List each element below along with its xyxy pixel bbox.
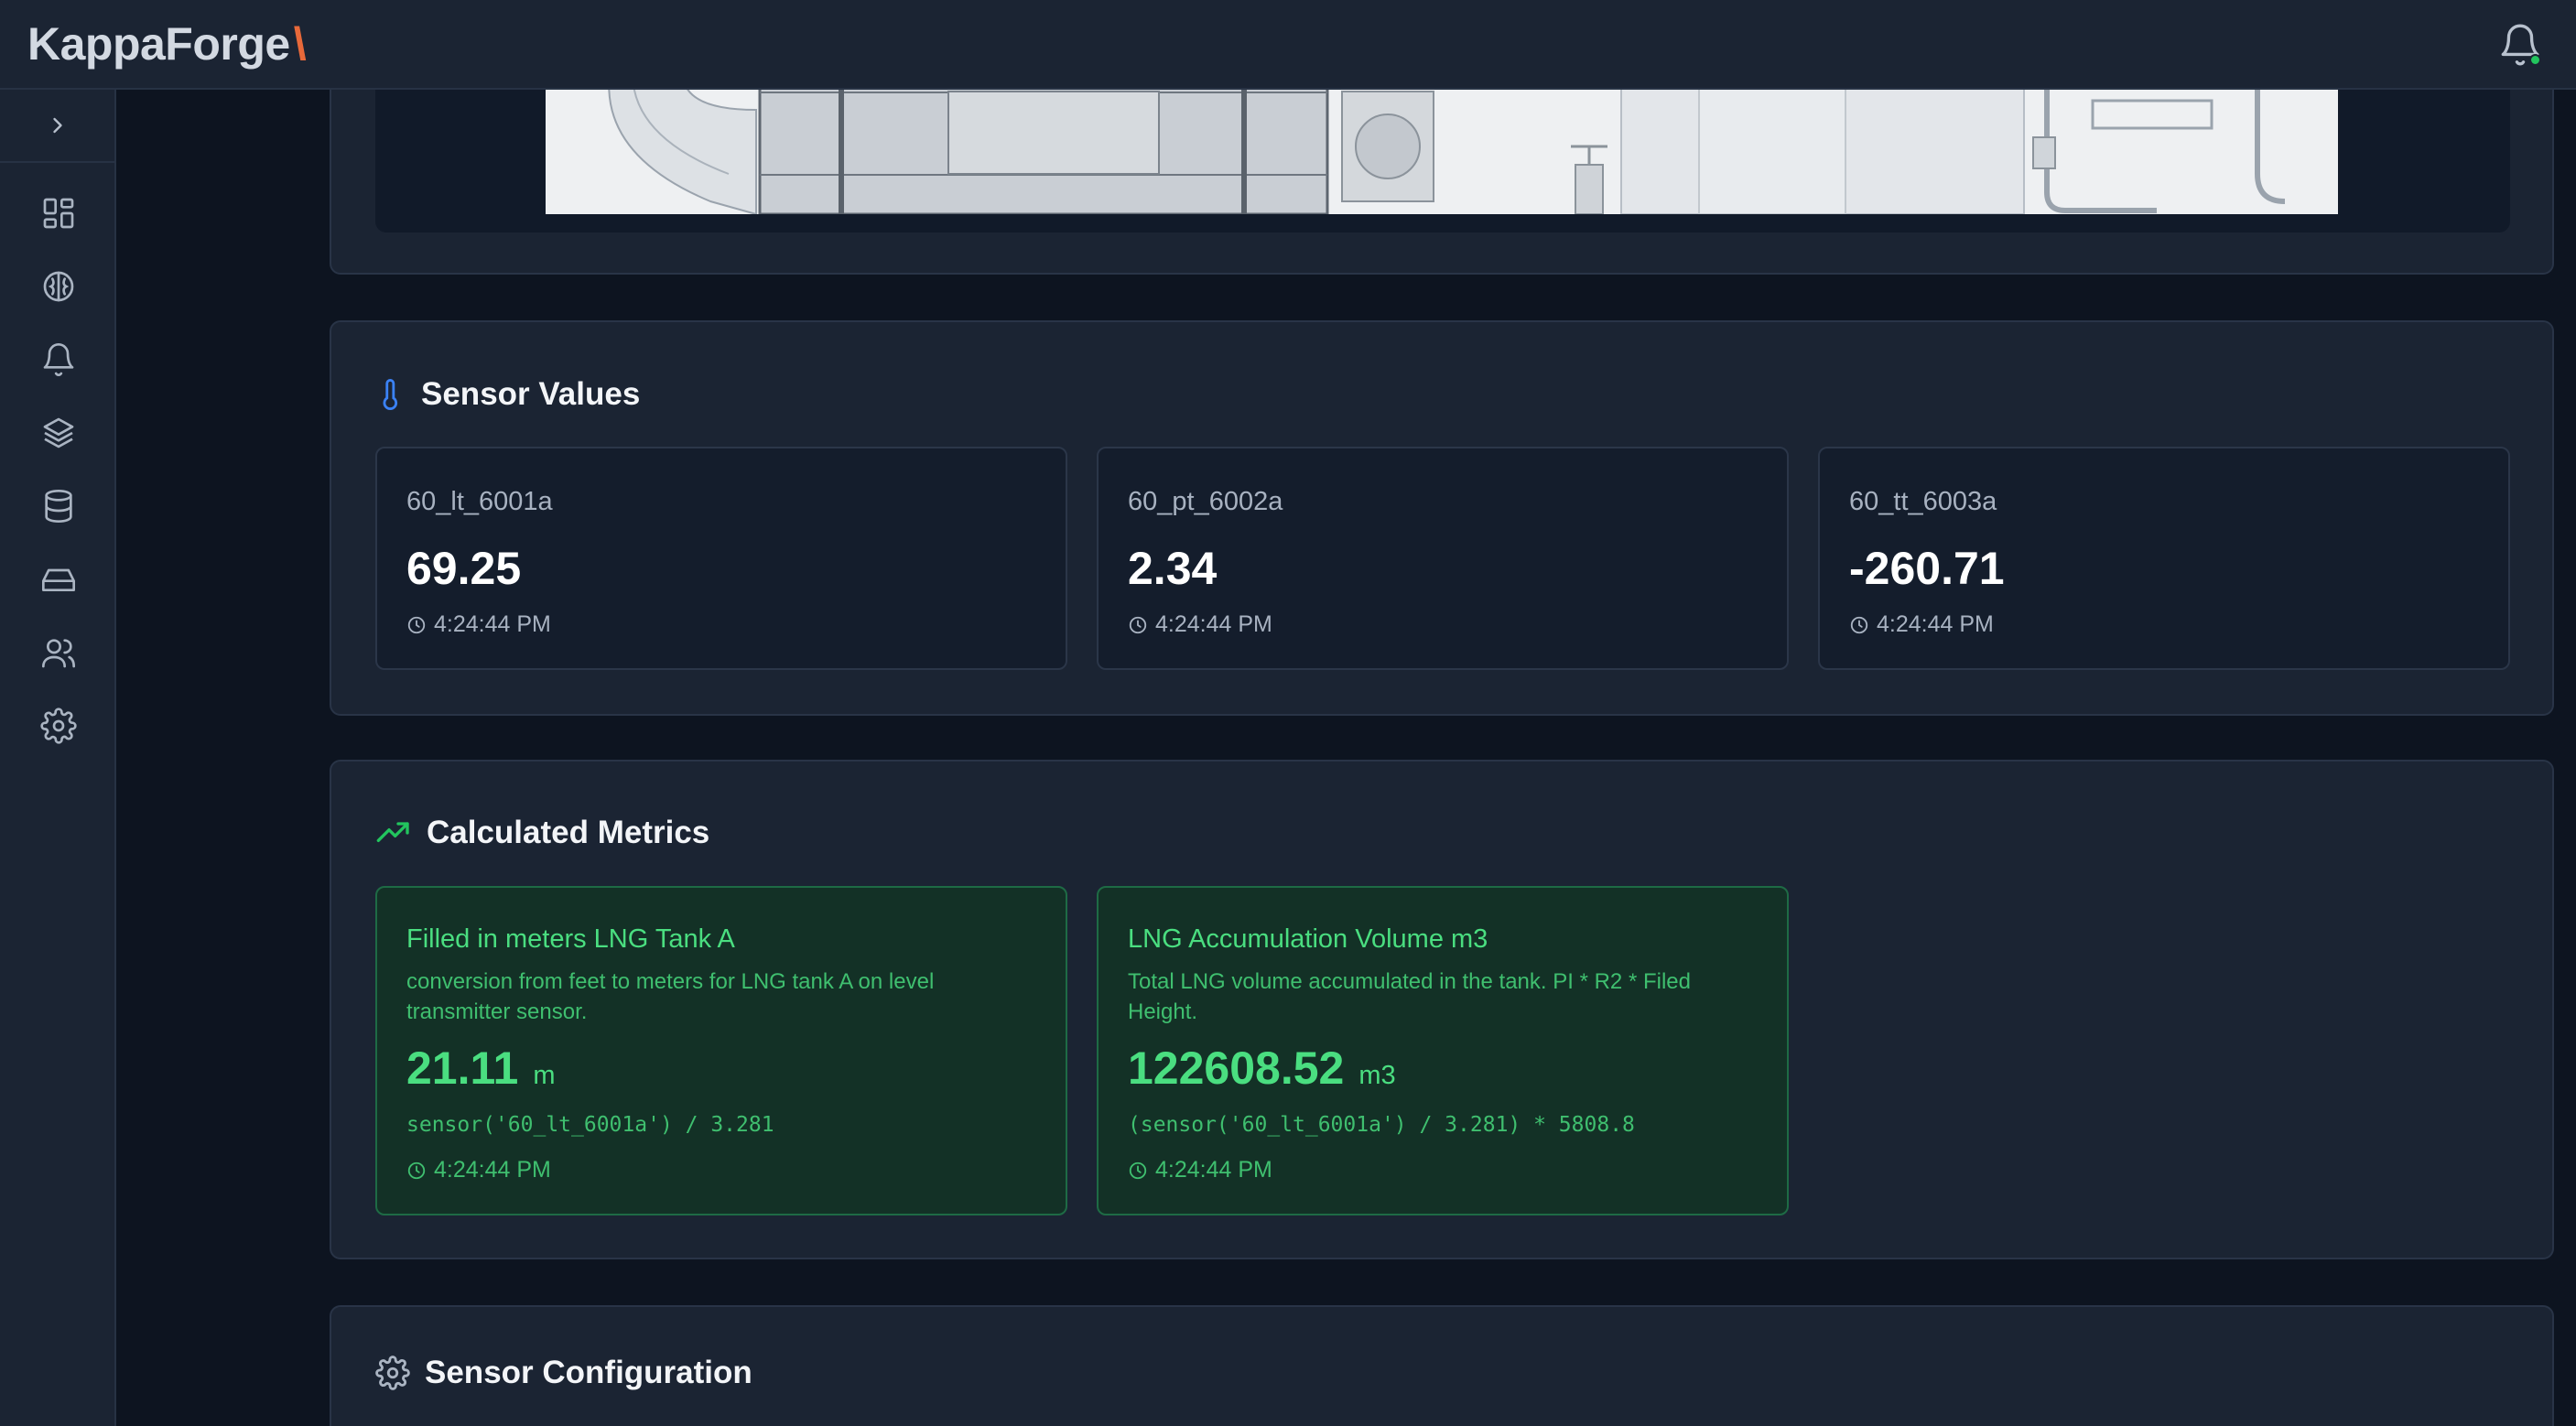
- metric-value-row: 21.11 m: [406, 1042, 556, 1095]
- sensor-value: 2.34: [1128, 543, 1218, 594]
- metric-value: 122608.52: [1128, 1042, 1345, 1094]
- sidebar-item-layers[interactable]: [0, 396, 116, 470]
- metric-time-text: 4:24:44 PM: [434, 1157, 551, 1183]
- database-icon: [44, 490, 72, 524]
- sidebar-item-database[interactable]: [0, 470, 116, 543]
- sensor-values-title-text: Sensor Values: [421, 376, 641, 412]
- sidebar-item-alerts[interactable]: [0, 323, 116, 396]
- bell-icon: [43, 343, 73, 376]
- top-bar: KappaForge \: [0, 0, 2576, 90]
- clock-icon: [1850, 616, 1868, 633]
- calculated-metrics-title-text: Calculated Metrics: [427, 815, 710, 850]
- sensor-timestamp: 4:24:44 PM: [406, 611, 551, 638]
- metric-unit: m3: [1358, 1061, 1396, 1090]
- sensor-values-card: Sensor Values 60_lt_6001a 69.25 4:24:44 …: [330, 320, 2554, 716]
- asset-image-card: [330, 90, 2554, 275]
- metric-name: LNG Accumulation Volume m3: [1128, 924, 1488, 954]
- sensor-time-text: 4:24:44 PM: [1155, 611, 1272, 637]
- metric-formula: (sensor('60_lt_6001a') / 3.281) * 5808.8: [1128, 1113, 1635, 1137]
- notifications-button[interactable]: [2497, 22, 2543, 68]
- sensor-time-text: 4:24:44 PM: [434, 611, 551, 637]
- settings-icon: [375, 1356, 410, 1390]
- sensor-value: -260.71: [1849, 543, 2005, 594]
- sidebar-item-settings[interactable]: [0, 689, 116, 762]
- metric-name: Filled in meters LNG Tank A: [406, 924, 735, 954]
- sensor-name: 60_tt_6003a: [1849, 487, 1997, 516]
- metric-description: Total LNG volume accumulated in the tank…: [1128, 969, 1691, 1024]
- sensor-tile[interactable]: 60_tt_6003a -260.71 4:24:44 PM: [1818, 447, 2510, 670]
- sensor-configuration-title: Sensor Configuration: [375, 1355, 752, 1391]
- sensor-name: 60_pt_6002a: [1128, 487, 1283, 516]
- sensor-tile[interactable]: 60_lt_6001a 69.25 4:24:44 PM: [375, 447, 1067, 670]
- trending-up-icon: [376, 822, 409, 842]
- main-content[interactable]: Sensor Values 60_lt_6001a 69.25 4:24:44 …: [116, 90, 2576, 1426]
- sensor-value: 69.25: [406, 543, 522, 594]
- asset-image-frame: [375, 90, 2510, 232]
- thermometer-icon: [383, 379, 398, 410]
- metric-tile[interactable]: LNG Accumulation Volume m3 Total LNG vol…: [1097, 886, 1789, 1215]
- metric-timestamp: 4:24:44 PM: [406, 1157, 551, 1183]
- sensor-tile[interactable]: 60_pt_6002a 2.34 4:24:44 PM: [1097, 447, 1789, 670]
- metric-value: 21.11: [406, 1042, 519, 1094]
- metric-timestamp: 4:24:44 PM: [1128, 1157, 1272, 1183]
- settings-icon: [39, 708, 77, 744]
- calculated-metrics-title: Calculated Metrics: [375, 815, 709, 851]
- sidebar: [0, 90, 116, 1426]
- sidebar-toggle-button[interactable]: [0, 90, 114, 163]
- metric-formula: sensor('60_lt_6001a') / 3.281: [406, 1113, 774, 1137]
- layers-icon: [43, 417, 73, 448]
- sidebar-item-ai[interactable]: [0, 250, 116, 323]
- sensor-values-title: Sensor Values: [375, 375, 640, 414]
- sensor-name: 60_lt_6001a: [406, 487, 553, 516]
- metric-unit: m: [533, 1061, 556, 1090]
- clock-icon: [407, 616, 426, 633]
- sensor-configuration-card: Sensor Configuration: [330, 1305, 2554, 1426]
- clock-icon: [1129, 1161, 1147, 1179]
- hard-drive-icon: [41, 568, 75, 591]
- sidebar-item-users[interactable]: [0, 616, 116, 689]
- calculated-metrics-card: Calculated Metrics Filled in meters LNG …: [330, 760, 2554, 1259]
- sensor-time-text: 4:24:44 PM: [1877, 611, 1994, 637]
- chevron-right-icon: [52, 117, 62, 134]
- sensor-timestamp: 4:24:44 PM: [1849, 611, 1994, 638]
- sensor-timestamp: 4:24:44 PM: [1128, 611, 1272, 638]
- sidebar-item-storage[interactable]: [0, 543, 116, 616]
- logo-text: KappaForge: [27, 18, 290, 70]
- logo-accent: \: [293, 18, 307, 70]
- clock-icon: [1129, 616, 1147, 633]
- sensor-configuration-title-text: Sensor Configuration: [425, 1355, 752, 1390]
- metric-value-row: 122608.52 m3: [1128, 1042, 1396, 1095]
- sidebar-item-dashboard[interactable]: [0, 177, 116, 250]
- logo[interactable]: KappaForge \: [27, 15, 307, 73]
- metric-description: conversion from feet to meters for LNG t…: [406, 969, 935, 1024]
- metric-tile[interactable]: Filled in meters LNG Tank A conversion f…: [375, 886, 1067, 1215]
- metric-time-text: 4:24:44 PM: [1155, 1157, 1272, 1183]
- users-icon: [41, 639, 75, 668]
- dashboard-icon: [43, 198, 73, 229]
- brain-icon: [43, 271, 73, 302]
- clock-icon: [407, 1161, 426, 1179]
- asset-schematic-image: [546, 90, 2338, 214]
- notification-indicator: [2529, 54, 2541, 66]
